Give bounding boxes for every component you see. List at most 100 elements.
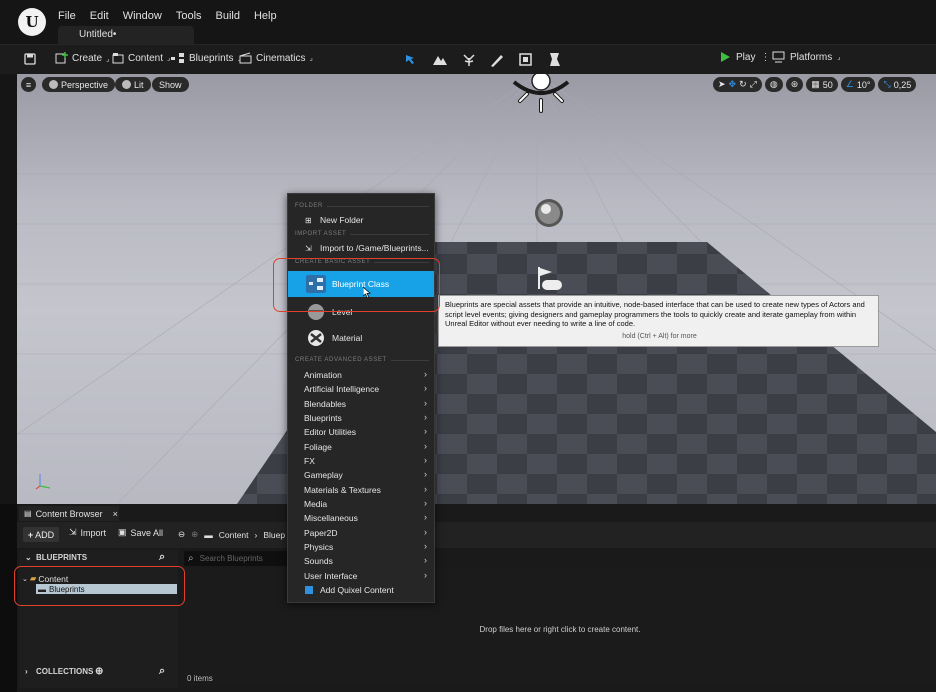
- menu-item-physics[interactable]: Physics ›: [288, 540, 434, 554]
- select-mode-icon[interactable]: [403, 52, 419, 68]
- blueprints-label: Blueprints: [189, 52, 234, 64]
- menu-item-materials-textures[interactable]: Materials & Textures ›: [288, 483, 434, 497]
- menu-item-blendables-label: Blendables: [304, 399, 347, 409]
- drop-hint: Drop files here or right click to create…: [479, 625, 641, 634]
- show-label: Show: [159, 79, 182, 90]
- show-button[interactable]: Show: [152, 77, 189, 92]
- chevron-right-icon: ›: [424, 541, 427, 551]
- lit-label: Lit: [134, 79, 144, 90]
- blueprint-class-tooltip: Blueprints are special assets that provi…: [438, 295, 879, 347]
- menu-file[interactable]: File: [58, 8, 76, 24]
- unreal-logo-icon[interactable]: U: [18, 8, 46, 36]
- menu-item-gameplay[interactable]: Gameplay ›: [288, 468, 434, 482]
- fracture-mode-icon[interactable]: [547, 52, 563, 68]
- menu-item-blendables[interactable]: Blendables ›: [288, 397, 434, 411]
- breadcrumb: ⊖ ⊕ ▬ Content › Bluep: [178, 529, 285, 540]
- menu-window[interactable]: Window: [123, 8, 162, 24]
- rotate-icon[interactable]: ↻: [739, 79, 747, 90]
- chevron-down-icon: ⌄: [25, 553, 32, 562]
- platforms-button[interactable]: Platforms ⌟: [772, 51, 841, 63]
- search-placeholder: Search Blueprints: [199, 554, 263, 563]
- blueprints-button[interactable]: Blueprints ⌟: [171, 52, 241, 64]
- close-icon[interactable]: ×: [113, 509, 118, 519]
- cinematics-button[interactable]: Cinematics ⌟: [239, 52, 313, 64]
- menu-item-user-interface[interactable]: User Interface ›: [288, 569, 434, 583]
- breadcrumb-separator-icon: ›: [254, 529, 258, 540]
- grid-snap-button[interactable]: ▦ 50: [806, 77, 838, 92]
- back-icon[interactable]: ⊖: [178, 529, 185, 540]
- document-tab[interactable]: Untitled•: [58, 26, 194, 44]
- menu-item-add-quixel-content[interactable]: Add Quixel Content: [288, 583, 434, 597]
- viewport-options-button[interactable]: ≡: [21, 77, 36, 92]
- section-header-folder: FOLDER: [295, 203, 429, 209]
- menu-item-artificial-intelligence[interactable]: Artificial Intelligence ›: [288, 382, 434, 396]
- menu-item-import[interactable]: ⇲ Import to /Game/Blueprints...: [288, 241, 434, 255]
- scale-icon[interactable]: ⤢: [750, 79, 757, 90]
- breadcrumb-content[interactable]: Content: [219, 530, 249, 540]
- search-input[interactable]: ⌕ Search Blueprints: [184, 551, 288, 566]
- menu-item-paper2d[interactable]: Paper2D ›: [288, 526, 434, 540]
- menu-item-new-folder[interactable]: ⊞ New Folder: [288, 213, 434, 227]
- play-button[interactable]: Play ⋮: [720, 51, 770, 63]
- chevron-right-icon: ›: [424, 412, 427, 422]
- menu-build[interactable]: Build: [216, 8, 240, 24]
- menu-item-material[interactable]: Material: [288, 327, 434, 351]
- landscape-mode-icon[interactable]: [432, 52, 448, 68]
- menu-item-user-interface-label: User Interface: [304, 571, 358, 581]
- surface-snap-toggle[interactable]: ⊛: [785, 77, 804, 92]
- menu-item-animation-label: Animation: [304, 370, 342, 380]
- save-icon[interactable]: [24, 53, 36, 65]
- menu-item-blueprints[interactable]: Blueprints ›: [288, 411, 434, 425]
- content-browser-tab-label: Content Browser: [35, 508, 103, 519]
- create-label: Create: [72, 53, 103, 64]
- collections-header[interactable]: › COLLECTIONS ⊕ ⌕: [19, 665, 178, 681]
- content-browser-icon: ▤: [24, 509, 32, 518]
- chevron-down-icon: ⌟: [167, 55, 171, 62]
- world-space-toggle[interactable]: ◍: [764, 77, 783, 92]
- menu-item-sounds[interactable]: Sounds ›: [288, 554, 434, 568]
- platforms-grid-icon: [772, 51, 785, 63]
- menu-tools[interactable]: Tools: [176, 8, 202, 24]
- perspective-button[interactable]: Perspective: [42, 77, 116, 92]
- play-options-icon[interactable]: ⋮: [760, 52, 770, 63]
- menu-help[interactable]: Help: [254, 8, 277, 24]
- sphere-reflection-icon[interactable]: [535, 199, 563, 227]
- content-browser-tab[interactable]: ▤ Content Browser ×: [19, 506, 119, 521]
- content-button[interactable]: Content ⌟: [112, 52, 170, 64]
- translate-icon[interactable]: ✥: [729, 79, 737, 90]
- add-collection-icon[interactable]: ⊕: [95, 666, 103, 677]
- select-cursor-icon[interactable]: ➤: [718, 79, 726, 90]
- rotation-snap-button[interactable]: ∠ 10°: [840, 77, 876, 92]
- menu-edit[interactable]: Edit: [90, 8, 109, 24]
- sources-header[interactable]: ⌄ BLUEPRINTS ⌕: [19, 551, 178, 567]
- breadcrumb-blueprints[interactable]: Bluep: [263, 530, 285, 540]
- scale-snap-button[interactable]: ⤡ 0,25: [878, 77, 917, 92]
- import-button[interactable]: ⇲ Import: [69, 527, 106, 538]
- menu-item-fx[interactable]: FX ›: [288, 454, 434, 468]
- menu-item-new-folder-label: New Folder: [320, 215, 364, 225]
- perspective-label: Perspective: [61, 79, 109, 90]
- foliage-mode-icon[interactable]: [461, 52, 477, 68]
- menu-item-animation[interactable]: Animation ›: [288, 368, 434, 382]
- search-icon[interactable]: ⌕: [159, 665, 165, 678]
- search-icon[interactable]: ⌕: [159, 551, 165, 564]
- menu-item-miscellaneous[interactable]: Miscellaneous ›: [288, 511, 434, 525]
- menu-item-foliage[interactable]: Foliage ›: [288, 440, 434, 454]
- save-all-button[interactable]: ▣ Save All: [118, 527, 163, 538]
- menu-item-editor-utilities[interactable]: Editor Utilities ›: [288, 425, 434, 439]
- directional-light-icon[interactable]: [512, 74, 570, 113]
- transform-mode-group[interactable]: ➤ ✥ ↻ ⤢: [713, 77, 762, 92]
- mesh-paint-mode-icon[interactable]: [489, 52, 505, 68]
- forward-icon[interactable]: ⊕: [191, 529, 198, 540]
- modeling-mode-icon[interactable]: [518, 52, 534, 68]
- level-viewport[interactable]: ≡ Perspective Lit Show ➤ ✥ ↻ ⤢ ◍ ⊛ ▦ 50 …: [17, 74, 936, 504]
- menu-item-editor-utilities-label: Editor Utilities: [304, 427, 356, 437]
- import-label: Import: [80, 527, 107, 538]
- add-button[interactable]: + ADD: [23, 527, 59, 542]
- tooltip-text: Blueprints are special assets that provi…: [445, 300, 865, 328]
- chevron-right-icon: ›: [424, 527, 427, 537]
- lit-button[interactable]: Lit: [115, 77, 151, 92]
- menu-item-media[interactable]: Media ›: [288, 497, 434, 511]
- create-button[interactable]: Create ⌟: [55, 52, 109, 65]
- viewport-scene: [17, 74, 936, 504]
